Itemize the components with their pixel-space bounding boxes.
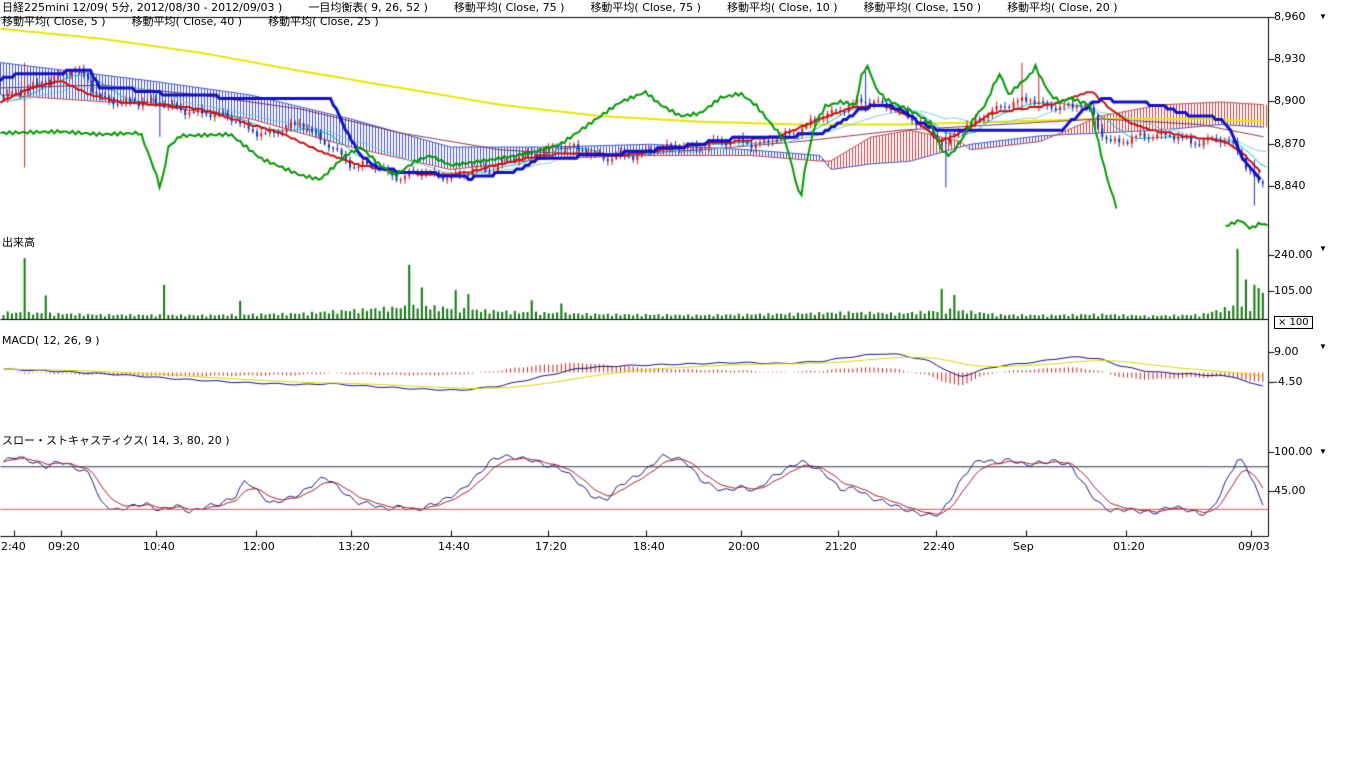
time-axis-label: 12:00	[243, 540, 275, 553]
legend-item[interactable]: 移動平均( Close, 10 )	[727, 1, 838, 14]
legend-item[interactable]: 移動平均( Close, 75 )	[590, 1, 701, 14]
stoch-pane-scroll-button[interactable]: ▼	[1316, 446, 1330, 458]
price-axis-label: 8,930	[1274, 52, 1306, 65]
price-pane-scroll-button[interactable]: ▼	[1316, 11, 1330, 23]
time-axis-label: 18:40	[633, 540, 665, 553]
legend-item[interactable]: 移動平均( Close, 5 )	[2, 15, 106, 28]
time-axis-label: 14:40	[438, 540, 470, 553]
price-axis-label: 8,900	[1274, 94, 1306, 107]
macd-pane-label: MACD( 12, 26, 9 )	[2, 334, 100, 347]
macd-pane-scroll-button[interactable]: ▼	[1316, 341, 1330, 353]
macd-axis-label: 9.00	[1274, 345, 1299, 358]
legend-line-1: 日経225mini 12/09( 5分, 2012/08/30 - 2012/0…	[2, 1, 1144, 14]
time-axis-label: 22:40	[923, 540, 955, 553]
time-axis-label: 01:20	[1113, 540, 1145, 553]
time-axis-label: 2:40	[1, 540, 26, 553]
legend-item[interactable]: 移動平均( Close, 75 )	[454, 1, 565, 14]
instrument-title: 日経225mini 12/09( 5分, 2012/08/30 - 2012/0…	[2, 1, 282, 14]
time-axis-label: 20:00	[728, 540, 760, 553]
volume-multiplier-badge: × 100	[1274, 316, 1313, 329]
time-axis-label: 13:20	[338, 540, 370, 553]
triangle-down-icon: ▼	[1319, 447, 1327, 456]
price-axis-label: 8,840	[1274, 179, 1306, 192]
time-axis-label: 09:20	[48, 540, 80, 553]
price-axis-label: 8,870	[1274, 137, 1306, 150]
time-axis-label: 10:40	[143, 540, 175, 553]
legend-item[interactable]: 一目均衡表( 9, 26, 52 )	[308, 1, 428, 14]
legend-line-2: 移動平均( Close, 5 ) 移動平均( Close, 40 ) 移動平均( C…	[2, 15, 405, 28]
time-axis-label: 17:20	[535, 540, 567, 553]
volume-axis-label: 240.00	[1274, 248, 1313, 261]
legend-item[interactable]: 移動平均( Close, 40 )	[132, 15, 243, 28]
chart-window: 日経225mini 12/09( 5分, 2012/08/30 - 2012/0…	[0, 0, 1366, 768]
stoch-axis-label: 45.00	[1274, 484, 1306, 497]
time-axis-label: Sep	[1013, 540, 1034, 553]
time-axis-label: 09/03	[1238, 540, 1270, 553]
macd-axis-label: -4.50	[1274, 375, 1302, 388]
legend-item[interactable]: 移動平均( Close, 150 )	[864, 1, 982, 14]
volume-axis-label: 105.00	[1274, 284, 1313, 297]
legend-item[interactable]: 移動平均( Close, 20 )	[1007, 1, 1118, 14]
triangle-down-icon: ▼	[1319, 12, 1327, 21]
stochastics-pane-label: スロー・ストキャスティクス( 14, 3, 80, 20 )	[2, 432, 230, 448]
volume-pane-label: 出来高	[2, 234, 35, 250]
chart-canvas	[0, 0, 1366, 560]
time-axis-label: 21:20	[825, 540, 857, 553]
triangle-down-icon: ▼	[1319, 342, 1327, 351]
volume-pane-scroll-button[interactable]: ▼	[1316, 243, 1330, 255]
triangle-down-icon: ▼	[1319, 244, 1327, 253]
stoch-axis-label: 100.00	[1274, 445, 1313, 458]
price-axis-label: 8,960	[1274, 10, 1306, 23]
legend-item[interactable]: 移動平均( Close, 25 )	[268, 15, 379, 28]
